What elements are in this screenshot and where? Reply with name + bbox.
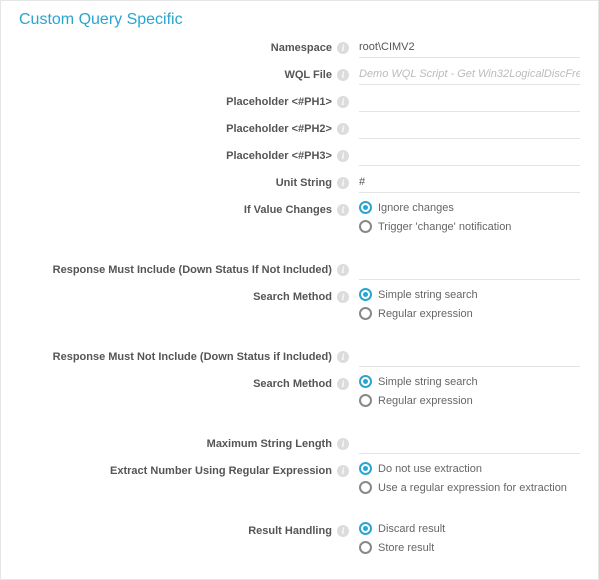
radio-icon (359, 394, 372, 407)
radio-simple-search-1[interactable]: Simple string search (359, 288, 580, 301)
radio-use-regex-extraction[interactable]: Use a regular expression for extraction (359, 481, 580, 494)
row-search-method-2: Search Method i Simple string search Reg… (19, 373, 580, 413)
row-wql-file: WQL File i (19, 64, 580, 85)
label-resp-must-include: Response Must Include (Down Status If No… (19, 259, 359, 277)
info-icon[interactable]: i (337, 150, 349, 162)
radio-icon (359, 522, 372, 535)
radio-store-result[interactable]: Store result (359, 541, 580, 554)
row-ph3: Placeholder <#PH3> i (19, 145, 580, 166)
row-result-handling: Result Handling i Discard result Store r… (19, 520, 580, 560)
label-namespace: Namespace i (19, 37, 359, 55)
info-icon[interactable]: i (337, 465, 349, 477)
resp-must-not-include-input[interactable] (359, 346, 580, 367)
info-icon[interactable]: i (337, 378, 349, 390)
ph3-input[interactable] (359, 145, 580, 166)
row-extract-regex: Extract Number Using Regular Expression … (19, 460, 580, 500)
label-search-method-2: Search Method i (19, 373, 359, 391)
ph1-input[interactable] (359, 91, 580, 112)
info-icon[interactable]: i (337, 291, 349, 303)
radio-trigger-change[interactable]: Trigger 'change' notification (359, 220, 580, 233)
info-icon[interactable]: i (337, 351, 349, 363)
ph2-input[interactable] (359, 118, 580, 139)
label-max-string-len: Maximum String Length i (19, 433, 359, 451)
label-extract-regex: Extract Number Using Regular Expression … (19, 460, 359, 478)
wql-file-input[interactable] (359, 64, 580, 85)
row-resp-must-not-include: Response Must Not Include (Down Status i… (19, 346, 580, 367)
info-icon[interactable]: i (337, 123, 349, 135)
info-icon[interactable]: i (337, 69, 349, 81)
info-icon[interactable]: i (337, 96, 349, 108)
info-icon[interactable]: i (337, 525, 349, 537)
label-ph1: Placeholder <#PH1> i (19, 91, 359, 109)
radio-regex-1[interactable]: Regular expression (359, 307, 580, 320)
label-unit-string: Unit String i (19, 172, 359, 190)
radio-icon (359, 481, 372, 494)
row-resp-must-include: Response Must Include (Down Status If No… (19, 259, 580, 280)
max-string-len-input[interactable] (359, 433, 580, 454)
row-namespace: Namespace i (19, 37, 580, 58)
info-icon[interactable]: i (337, 264, 349, 276)
radio-icon (359, 462, 372, 475)
unit-string-input[interactable] (359, 172, 580, 193)
row-if-value-changes: If Value Changes i Ignore changes Trigge… (19, 199, 580, 239)
radio-simple-search-2[interactable]: Simple string search (359, 375, 580, 388)
label-resp-must-not-include: Response Must Not Include (Down Status i… (19, 346, 359, 364)
resp-must-include-input[interactable] (359, 259, 580, 280)
radio-icon (359, 375, 372, 388)
radio-ignore-changes[interactable]: Ignore changes (359, 201, 580, 214)
radio-discard-result[interactable]: Discard result (359, 522, 580, 535)
radio-icon (359, 307, 372, 320)
radio-icon (359, 220, 372, 233)
row-ph1: Placeholder <#PH1> i (19, 91, 580, 112)
label-ph3: Placeholder <#PH3> i (19, 145, 359, 163)
radio-icon (359, 541, 372, 554)
row-ph2: Placeholder <#PH2> i (19, 118, 580, 139)
section-title: Custom Query Specific (19, 11, 580, 29)
namespace-input[interactable] (359, 37, 580, 58)
row-search-method-1: Search Method i Simple string search Reg… (19, 286, 580, 326)
row-max-string-len: Maximum String Length i (19, 433, 580, 454)
info-icon[interactable]: i (337, 438, 349, 450)
label-ph2: Placeholder <#PH2> i (19, 118, 359, 136)
label-wql-file: WQL File i (19, 64, 359, 82)
info-icon[interactable]: i (337, 42, 349, 54)
label-if-value-changes: If Value Changes i (19, 199, 359, 217)
info-icon[interactable]: i (337, 177, 349, 189)
radio-icon (359, 201, 372, 214)
radio-icon (359, 288, 372, 301)
radio-no-extraction[interactable]: Do not use extraction (359, 462, 580, 475)
radio-regex-2[interactable]: Regular expression (359, 394, 580, 407)
row-unit-string: Unit String i (19, 172, 580, 193)
label-result-handling: Result Handling i (19, 520, 359, 538)
label-search-method-1: Search Method i (19, 286, 359, 304)
info-icon[interactable]: i (337, 204, 349, 216)
